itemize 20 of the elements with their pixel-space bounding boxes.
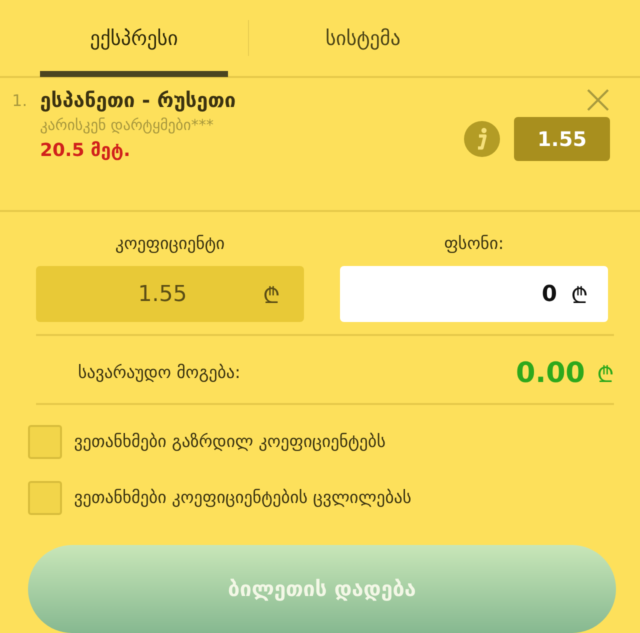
market-name: კარისკენ დარტყმები*** bbox=[40, 116, 215, 134]
market-line: 20.5 მეტ. bbox=[40, 140, 132, 161]
stake-field[interactable]: 0 ₾ bbox=[340, 266, 608, 322]
potential-win-label: სავარაუდო მოგება: bbox=[78, 362, 242, 382]
tab[interactable]: სისტემა bbox=[269, 0, 457, 77]
checkbox-label: ვეთანხმები გაზრდილ კოეფიციენტებს bbox=[74, 432, 386, 452]
tab[interactable]: ექსპრესი bbox=[40, 0, 228, 77]
info-icon[interactable] bbox=[464, 120, 500, 156]
close-icon[interactable] bbox=[586, 88, 610, 112]
odds-field: 1.55 ₾ bbox=[36, 266, 304, 322]
coefficient-label: კოეფიციენტი bbox=[115, 234, 225, 254]
potential-win-value: 0.00 bbox=[516, 356, 585, 389]
checkbox[interactable] bbox=[28, 425, 62, 459]
odds-badge: 1.55 bbox=[514, 116, 610, 160]
currency-sign: ₾ bbox=[597, 362, 614, 388]
checkbox-label: ვეთანხმები კოეფიციენტების ცვლილებას bbox=[74, 488, 412, 508]
match-title: ესპანეთი - რუსეთი bbox=[40, 88, 237, 112]
stake-label: ფსონი: bbox=[444, 234, 504, 254]
bet-number: 1. bbox=[12, 90, 28, 110]
checkbox[interactable] bbox=[28, 481, 62, 515]
